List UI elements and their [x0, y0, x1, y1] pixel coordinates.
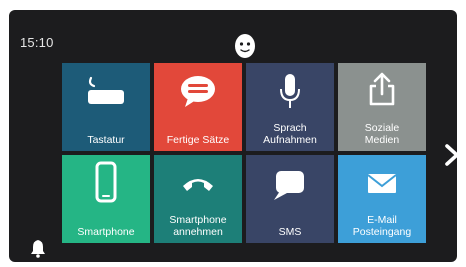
tile-label: Smartphone annehmen [169, 214, 227, 238]
face-icon[interactable] [231, 32, 259, 60]
speech-bubble-icon [181, 76, 215, 107]
mail-icon [367, 174, 397, 193]
tile-soziale-medien[interactable]: Soziale Medien [338, 63, 426, 151]
status-time: 15:10 [20, 35, 54, 50]
tile-sprach-aufnahmen[interactable]: Sprach Aufnahmen [246, 63, 334, 151]
tile-label: Sprach Aufnahmen [263, 122, 317, 146]
tile-sms[interactable]: SMS [246, 155, 334, 243]
home-screen: 15:10 Tastatur Fertige Sätze Sprach Aufn… [9, 10, 457, 262]
tile-label: Soziale Medien [364, 122, 400, 146]
chat-bubble-icon [274, 171, 304, 200]
tile-label: SMS [278, 226, 302, 238]
tile-label: Fertige Sätze [166, 134, 230, 146]
device-frame: 15:10 Tastatur Fertige Sätze Sprach Aufn… [0, 0, 466, 267]
tile-label: Tastatur [87, 134, 125, 146]
tile-email-posteingang[interactable]: E-Mail Posteingang [338, 155, 426, 243]
tile-fertige-saetze[interactable]: Fertige Sätze [154, 63, 242, 151]
chevron-right-icon[interactable] [443, 143, 457, 167]
tile-smartphone[interactable]: Smartphone [62, 155, 150, 243]
smartphone-icon [95, 161, 117, 203]
phone-handset-icon [183, 179, 213, 191]
tile-tastatur[interactable]: Tastatur [62, 63, 150, 151]
tile-label: Smartphone [77, 226, 135, 238]
microphone-icon [280, 74, 300, 108]
share-icon [369, 72, 395, 106]
keyboard-icon [88, 76, 124, 104]
tile-label: E-Mail Posteingang [352, 214, 412, 238]
tile-smartphone-annehmen[interactable]: Smartphone annehmen [154, 155, 242, 243]
bell-icon[interactable] [29, 238, 47, 258]
